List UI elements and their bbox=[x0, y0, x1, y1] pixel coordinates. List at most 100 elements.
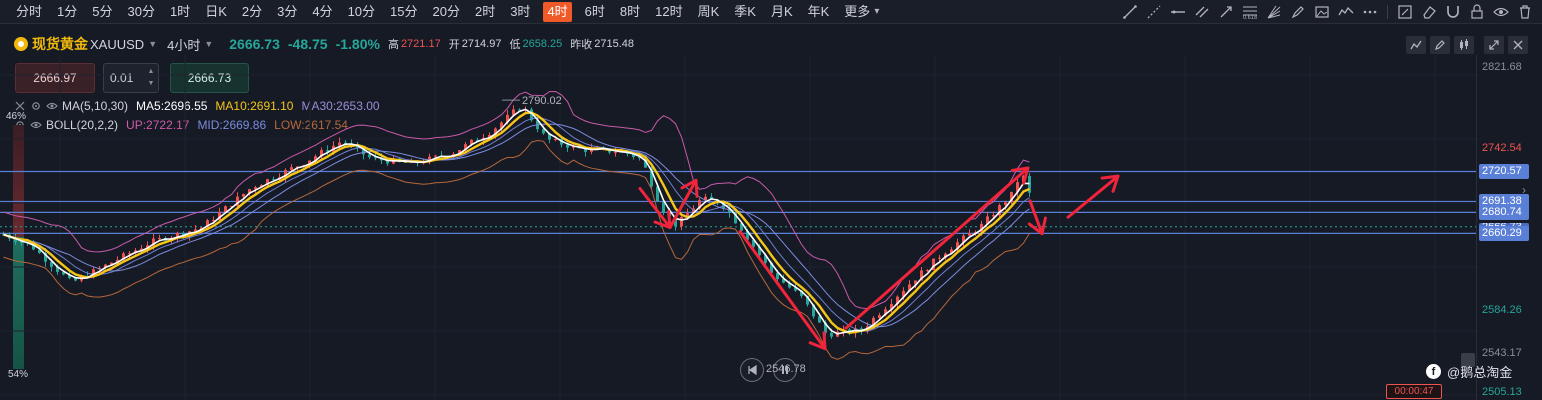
price-axis[interactable]: › 2821.682742.542584.262543.172505.13266… bbox=[1476, 55, 1542, 400]
prev-close-label: 昨收 bbox=[570, 39, 593, 51]
symbol-info-row: 现货黄金 XAUUSD ▼ 4小时 ▼ 2666.73 -48.75 -1.80… bbox=[14, 33, 634, 55]
candle-body bbox=[290, 167, 293, 170]
interval-tab[interactable]: 分时 bbox=[14, 2, 44, 22]
close-icon bbox=[1513, 40, 1523, 50]
interval-tab[interactable]: 5分 bbox=[90, 2, 114, 22]
trend-line-icon[interactable] bbox=[1121, 3, 1139, 21]
open-label: 开 bbox=[448, 39, 460, 51]
brush-icon[interactable] bbox=[1289, 3, 1307, 21]
interval-toolbar: 分时 1分 5分 30分 1时 日K 2分 3分 4分 10分 15分 20分 2时 3时 4时 6时 8时 12… bbox=[0, 0, 1542, 24]
high-annotation: 2790.02 bbox=[522, 95, 562, 107]
indicator-button[interactable] bbox=[1406, 36, 1426, 54]
symbol-name[interactable]: 现货黄金 bbox=[32, 34, 88, 54]
candle-body bbox=[938, 257, 941, 259]
boll-upper-line bbox=[3, 90, 1030, 310]
pattern-icon[interactable] bbox=[1337, 3, 1355, 21]
fullscreen-button[interactable] bbox=[1484, 36, 1504, 54]
image-icon[interactable] bbox=[1313, 3, 1331, 21]
interval-tab[interactable]: 4分 bbox=[310, 2, 334, 22]
interval-tab[interactable]: 2分 bbox=[240, 2, 264, 22]
interval-tab[interactable]: 6时 bbox=[583, 2, 607, 22]
lock-icon[interactable] bbox=[1468, 3, 1486, 21]
low-label: 低 bbox=[509, 39, 521, 51]
replay-back-button[interactable] bbox=[740, 358, 764, 382]
eraser-icon[interactable] bbox=[1420, 3, 1438, 21]
horizontal-line-price-tag[interactable]: 2680.74 bbox=[1479, 205, 1529, 221]
candle-body bbox=[614, 152, 617, 154]
horizontal-line-price-tag[interactable]: 2660.29 bbox=[1479, 226, 1529, 242]
ma30-line bbox=[3, 123, 1030, 328]
axis-price-label: 2584.26 bbox=[1482, 304, 1522, 317]
low-annotation: 2546.78 bbox=[766, 363, 806, 375]
candle-body bbox=[1004, 202, 1007, 206]
price-chart[interactable]: 2790.02 bbox=[0, 55, 1476, 400]
chart-type-button[interactable] bbox=[1454, 36, 1474, 54]
candle-body bbox=[368, 154, 371, 158]
interval-tab[interactable]: 30分 bbox=[125, 2, 156, 22]
delete-icon[interactable] bbox=[1516, 3, 1534, 21]
interval-tab[interactable]: 3分 bbox=[275, 2, 299, 22]
ray-icon[interactable] bbox=[1145, 3, 1163, 21]
more-tools-icon[interactable] bbox=[1361, 3, 1379, 21]
price-change-pct: -1.80% bbox=[335, 36, 380, 52]
horizontal-line-price-tag[interactable]: 2720.57 bbox=[1479, 164, 1529, 180]
interval-tab[interactable]: 季K bbox=[732, 2, 758, 22]
draw-button[interactable] bbox=[1430, 36, 1450, 54]
gold-coin-icon bbox=[14, 37, 28, 51]
candle-body bbox=[158, 238, 161, 240]
axis-price-label: 2821.68 bbox=[1482, 60, 1522, 73]
low-value: 2658.25 bbox=[522, 38, 563, 50]
interval-tab[interactable]: 10分 bbox=[346, 2, 377, 22]
chevron-down-icon[interactable]: ▾ bbox=[874, 6, 879, 17]
eye-icon[interactable] bbox=[1492, 3, 1510, 21]
target-up-arrow bbox=[1066, 174, 1120, 219]
expand-icon bbox=[1489, 40, 1499, 50]
interval-tab[interactable]: 12时 bbox=[653, 2, 684, 22]
bar-countdown: 00:00:47 bbox=[1386, 384, 1442, 399]
chevron-down-icon[interactable]: ▼ bbox=[204, 39, 213, 49]
indicator-icon bbox=[1410, 40, 1422, 50]
fibonacci-icon[interactable]: 0.618 bbox=[1241, 3, 1259, 21]
interval-tab[interactable]: 年K bbox=[806, 2, 832, 22]
symbol-code[interactable]: XAUUSD bbox=[90, 37, 144, 52]
candle-body bbox=[926, 270, 929, 272]
interval-tab[interactable]: 3时 bbox=[508, 2, 532, 22]
fan-icon[interactable] bbox=[1265, 3, 1283, 21]
up-arrow bbox=[844, 166, 1030, 330]
interval-tab[interactable]: 日K bbox=[203, 2, 229, 22]
axis-price-label: 2505.13 bbox=[1482, 385, 1522, 398]
axis-price-label: 2742.54 bbox=[1482, 141, 1522, 154]
svg-text:0.618: 0.618 bbox=[1243, 15, 1257, 20]
pen-arrow-icon[interactable] bbox=[1217, 3, 1235, 21]
candle-body bbox=[992, 215, 995, 217]
parallel-channel-icon[interactable] bbox=[1193, 3, 1211, 21]
skip-back-icon bbox=[748, 364, 757, 376]
horizontal-line-icon[interactable] bbox=[1169, 3, 1187, 21]
interval-tab[interactable]: 20分 bbox=[431, 2, 462, 22]
candle-body bbox=[968, 233, 971, 236]
chevron-down-icon[interactable]: ▼ bbox=[148, 39, 157, 49]
candle-body bbox=[680, 217, 683, 227]
interval-tab[interactable]: 更多 bbox=[842, 2, 872, 22]
interval-list: 分时 1分 5分 30分 1时 日K 2分 3分 4分 10分 15分 20分 2时 3时 4时 6时 8时 12… bbox=[0, 0, 879, 24]
interval-tab[interactable]: 月K bbox=[769, 2, 795, 22]
timeframe-selector[interactable]: 4小时 bbox=[167, 35, 200, 54]
price-change: -48.75 bbox=[287, 36, 328, 52]
interval-tab[interactable]: 1分 bbox=[55, 2, 79, 22]
candle-body bbox=[878, 315, 881, 318]
pencil-icon bbox=[1435, 40, 1445, 50]
high-value: 2721.17 bbox=[400, 38, 441, 50]
magnet-icon[interactable] bbox=[1444, 3, 1462, 21]
interval-tab[interactable]: 2时 bbox=[473, 2, 497, 22]
interval-tab[interactable]: 周K bbox=[696, 2, 722, 22]
facebook-icon: f bbox=[1426, 364, 1441, 379]
edit-icon[interactable] bbox=[1396, 3, 1414, 21]
last-price: 2666.73 bbox=[229, 36, 280, 52]
interval-tab[interactable]: 1时 bbox=[168, 2, 192, 22]
close-chart-button[interactable] bbox=[1508, 36, 1528, 54]
interval-tab[interactable]: 15分 bbox=[388, 2, 419, 22]
interval-tab[interactable]: 8时 bbox=[618, 2, 642, 22]
interval-tab[interactable]: 4时 bbox=[543, 1, 572, 22]
toolbar-divider bbox=[1387, 5, 1388, 19]
candlestick-icon bbox=[1460, 39, 1468, 50]
